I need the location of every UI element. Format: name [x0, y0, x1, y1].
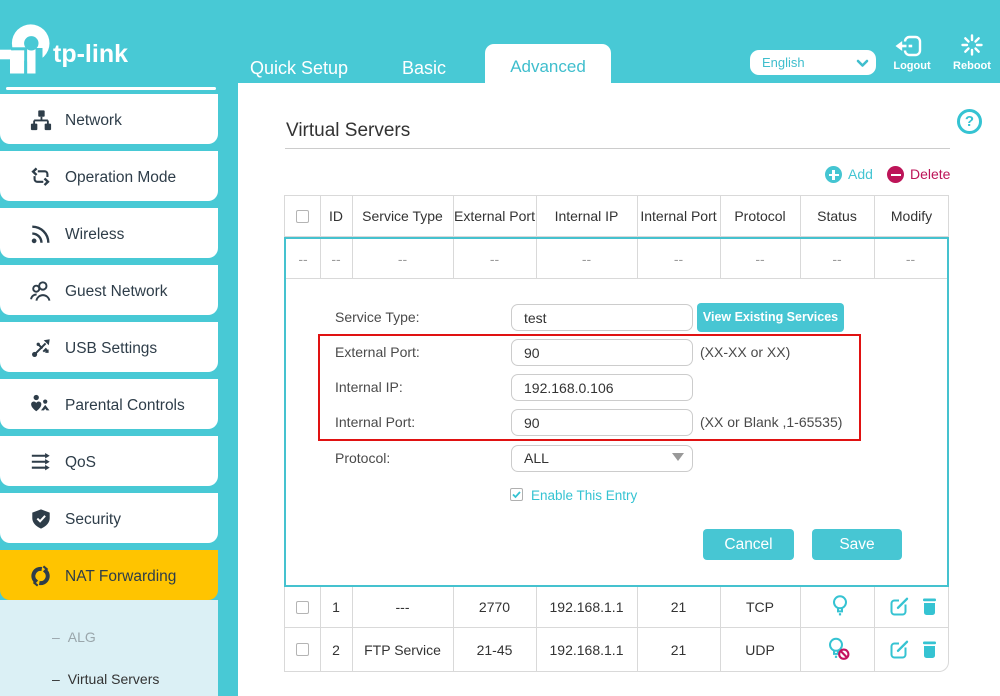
svg-text:tp-link: tp-link: [53, 40, 128, 68]
